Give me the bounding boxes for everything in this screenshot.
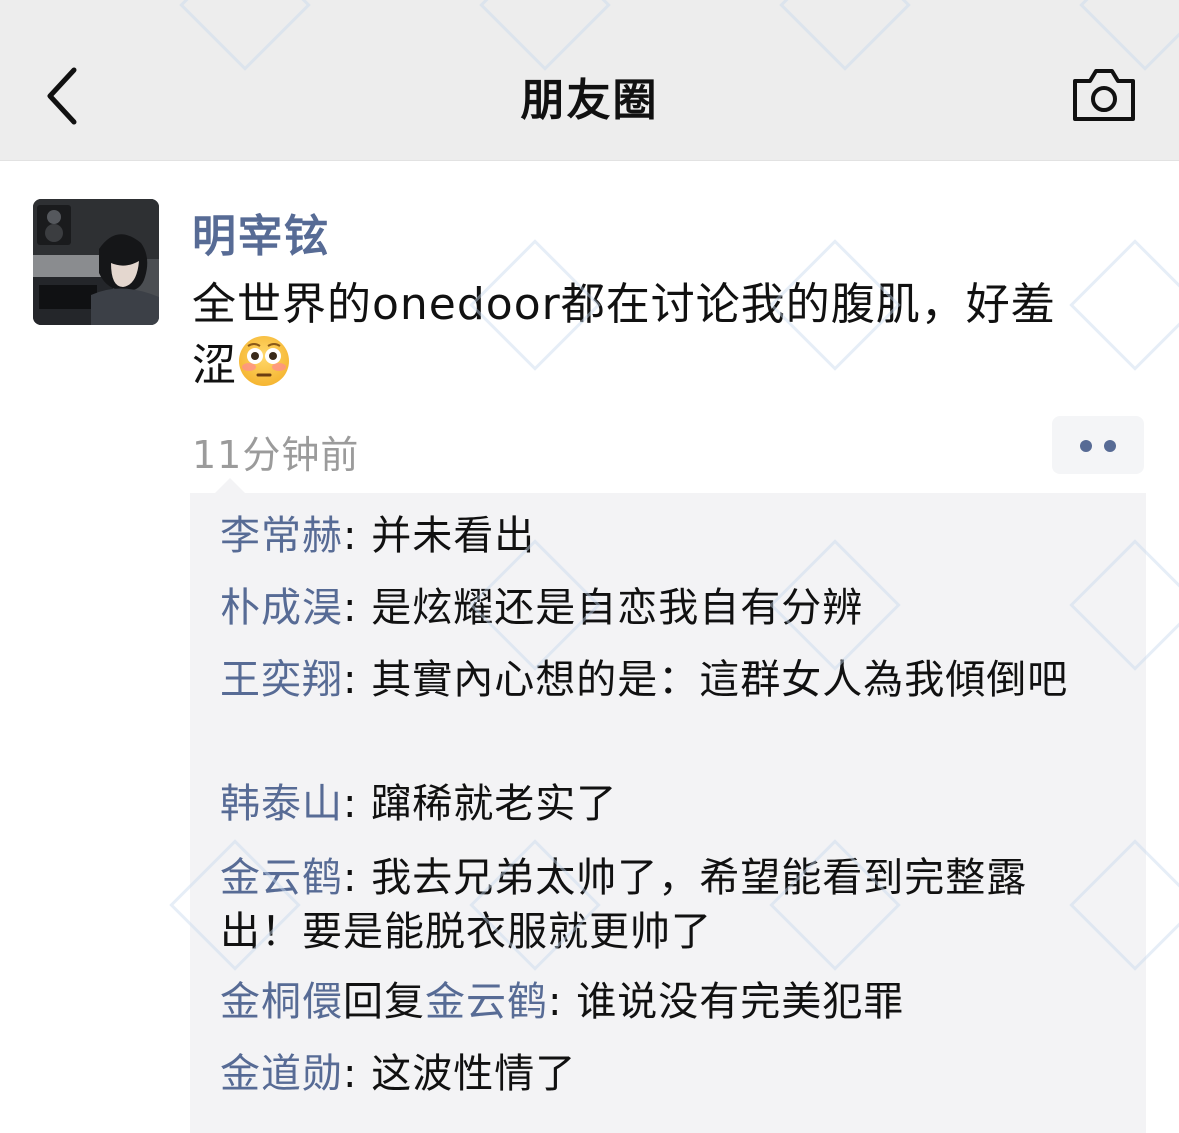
comment-author[interactable]: 金桐儇 [220,979,343,1025]
comment-separator: : [343,513,372,559]
more-actions-button[interactable] [1052,416,1144,474]
comment-text: 其實內心想的是：這群女人為我傾倒吧 [371,657,1069,703]
comment-text: 是炫耀还是自恋我自有分辨 [371,585,864,631]
comment-item[interactable]: 王奕翔: 其實內心想的是：這群女人為我傾倒吧 [220,653,1090,707]
avatar-photo [33,199,159,325]
comment-text: 谁说没有完美犯罪 [576,979,905,1025]
comment-separator: : [548,979,577,1025]
comment-reply-target[interactable]: 金云鹤 [425,979,548,1025]
comment-author[interactable]: 王奕翔 [220,657,343,703]
comment-item[interactable]: 朴成淏: 是炫耀还是自恋我自有分辨 [220,581,1090,635]
comment-text: 蹿稀就老实了 [371,781,618,827]
comment-separator: : [343,855,372,901]
comment-separator: : [343,1051,372,1097]
post-content: 全世界的onedoor都在讨论我的腹肌，好羞涩 [192,276,1092,395]
flushed-face-emoji [239,336,289,386]
page-title: 朋友圈 [520,75,659,126]
comment-separator: : [343,781,372,827]
comments-arrow [214,478,246,494]
comment-author[interactable]: 金云鹤 [220,855,343,901]
comment-author[interactable]: 朴成淏 [220,585,343,631]
two-dots-icon [1104,440,1116,452]
comment-author[interactable]: 金道勋 [220,1051,343,1097]
comment-separator: : [343,657,372,703]
camera-icon [1073,69,1135,121]
post-timestamp: 11分钟前 [192,433,360,477]
camera-button[interactable] [1068,66,1140,126]
comment-separator: : [343,585,372,631]
comment-item[interactable]: 金道勋: 这波性情了 [220,1047,1090,1101]
comment-author[interactable]: 李常赫 [220,513,343,559]
comment-item[interactable]: 金桐儇回复金云鹤: 谁说没有完美犯罪 [220,975,1090,1029]
post-text: 全世界的onedoor都在讨论我的腹肌，好羞涩 [192,279,1056,391]
post-author-name[interactable]: 明宰铉 [192,200,330,264]
comment-item[interactable]: 金云鹤: 我去兄弟太帅了，希望能看到完整露出！要是能脱衣服就更帅了 [220,851,1090,959]
comment-text: 并未看出 [371,513,536,559]
comment-author[interactable]: 韩泰山 [220,781,343,827]
comments-section: 李常赫: 并未看出 朴成淏: 是炫耀还是自恋我自有分辨 王奕翔: 其實內心想的是… [190,493,1146,1133]
navbar: 朋友圈 [0,0,1179,161]
two-dots-icon [1080,440,1092,452]
comment-item[interactable]: 李常赫: 并未看出 [220,509,1090,563]
avatar[interactable] [33,199,159,325]
comment-item[interactable]: 韩泰山: 蹿稀就老实了 [220,777,1090,831]
comment-text: 这波性情了 [371,1051,577,1097]
comment-reply-word: 回复 [343,979,425,1025]
